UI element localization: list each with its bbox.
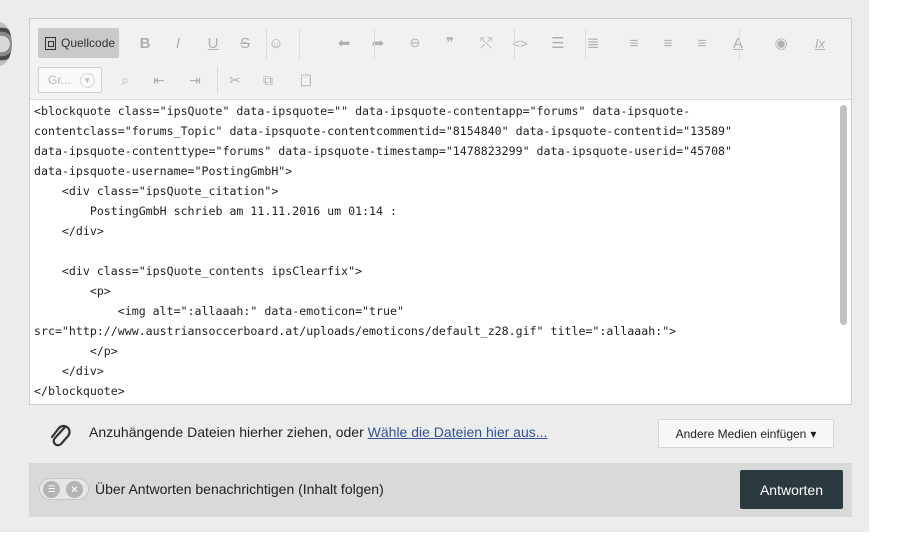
bullet-list-icon: ☰ — [551, 35, 565, 52]
reply-footer: ☰ × Über Antworten benachrichtigen (Inha… — [29, 463, 852, 517]
unlink-button[interactable]: ⤲ — [474, 28, 498, 58]
indent-decrease-button[interactable]: ⇤ — [148, 65, 170, 95]
align-left-icon: ≡ — [629, 34, 639, 52]
source-line: <img alt=":allaaah:" data-emoticon="true… — [34, 304, 404, 318]
redo-button[interactable]: ➦ — [366, 28, 390, 58]
source-line: PostingGmbH schrieb am 11.11.2016 um 01:… — [34, 204, 397, 218]
quote-button[interactable]: ❞ — [438, 28, 462, 58]
remove-format-button[interactable]: Ix — [808, 28, 832, 58]
source-line: </div> — [34, 224, 104, 238]
caret-down-icon: ▾ — [810, 426, 817, 441]
indent-increase-icon: ⇥ — [189, 71, 201, 88]
toolbar-separator — [374, 29, 375, 60]
undo-icon: ⬅ — [337, 35, 351, 52]
align-center-button[interactable]: ≡ — [656, 28, 680, 58]
italic-icon: I — [175, 34, 181, 52]
font-size-combo-label: Gr... — [48, 73, 71, 87]
rich-text-editor: Quellcode B I U S ☺ ⬅ ➦ ⊖ ❞ ⤲ <> ☰ ≣ ≡ ≡ ≡ A ◉ Ix Gr... ▼ … — [29, 18, 852, 405]
bold-icon: B — [139, 34, 151, 52]
text-color-icon: A — [732, 34, 743, 52]
source-line: <p> — [34, 284, 111, 298]
underline-icon: U — [207, 34, 219, 52]
find-button[interactable]: ⌕ — [114, 65, 136, 95]
source-line: contentclass="forums_Topic" data-ipsquot… — [34, 124, 733, 138]
source-line: data-ipsquote-username="PostingGmbH"> — [34, 164, 293, 178]
reply-button[interactable]: Antworten — [740, 470, 843, 509]
source-button-label: Quellcode — [61, 36, 116, 50]
source-line: </p> — [34, 344, 118, 358]
follow-label: Über Antworten benachrichtigen (Inhalt f… — [95, 481, 384, 497]
source-line — [34, 241, 834, 261]
code-button[interactable]: <> — [508, 28, 532, 58]
emoji-button[interactable]: ☺ — [264, 28, 288, 58]
insert-media-label: Andere Medien einfügen — [675, 426, 807, 441]
toggle-off-icon: × — [66, 481, 83, 498]
toolbar-separator — [514, 29, 515, 60]
preview-icon: ◉ — [774, 35, 788, 52]
toolbar-separator — [739, 29, 740, 60]
paste-button[interactable]: 📋 — [295, 65, 317, 95]
toolbar-separator — [299, 29, 300, 60]
numbered-list-icon: ≣ — [586, 35, 600, 52]
paste-icon: 📋 — [298, 73, 314, 87]
underline-button[interactable]: U — [201, 28, 225, 58]
align-center-icon: ≡ — [663, 34, 673, 52]
align-left-button[interactable]: ≡ — [622, 28, 646, 58]
avatar — [0, 22, 12, 66]
bullet-list-button[interactable]: ☰ — [546, 28, 570, 58]
attachment-dropzone[interactable]: Anzuhängende Dateien hierher ziehen, ode… — [29, 405, 852, 463]
strikethrough-icon: S — [239, 34, 250, 52]
insert-media-button[interactable]: Andere Medien einfügen ▾ — [658, 419, 834, 448]
find-icon: ⌕ — [121, 71, 129, 88]
source-line: <blockquote class="ipsQuote" data-ipsquo… — [34, 104, 691, 118]
source-line: data-ipsquote-contenttype="forums" data-… — [34, 144, 733, 158]
copy-button[interactable]: ⧉ — [257, 65, 279, 95]
source-code-area[interactable]: <blockquote class="ipsQuote" data-ipsquo… — [34, 101, 834, 404]
text-color-button[interactable]: A — [726, 28, 750, 58]
align-right-icon: ≡ — [697, 34, 707, 52]
copy-icon: ⧉ — [263, 71, 273, 88]
strikethrough-button[interactable]: S — [233, 28, 257, 58]
emoji-icon: ☺ — [268, 34, 284, 52]
source-line: </div> — [34, 364, 104, 378]
undo-button[interactable]: ⬅ — [332, 28, 356, 58]
indent-increase-button[interactable]: ⇥ — [184, 65, 206, 95]
toolbar-separator — [266, 29, 267, 60]
source-line: <div class="ipsQuote_citation"> — [34, 184, 279, 198]
follow-toggle[interactable]: ☰ × — [39, 478, 89, 500]
align-right-button[interactable]: ≡ — [690, 28, 714, 58]
cut-button[interactable]: ✂ — [224, 65, 246, 95]
attachment-prompt-text: Anzuhängende Dateien hierher ziehen, ode… — [89, 424, 368, 440]
source-line: </blockquote> — [34, 384, 125, 398]
source-button[interactable]: Quellcode — [38, 28, 119, 58]
italic-button[interactable]: I — [166, 28, 190, 58]
link-button[interactable]: ⊖ — [403, 28, 427, 58]
source-doc-icon — [45, 36, 56, 50]
unlink-icon: ⤲ — [479, 34, 492, 52]
quote-icon: ❞ — [445, 35, 455, 52]
remove-format-icon: Ix — [814, 35, 826, 51]
attachment-prompt: Anzuhängende Dateien hierher ziehen, ode… — [89, 424, 547, 440]
toolbar-separator — [217, 66, 218, 94]
choose-files-link[interactable]: Wähle die Dateien hier aus... — [368, 424, 548, 440]
font-size-combo[interactable]: Gr... ▼ — [38, 67, 102, 93]
preview-button[interactable]: ◉ — [769, 28, 793, 58]
source-line: src="http://www.austriansoccerboard.at/u… — [34, 324, 677, 338]
toolbar-separator — [585, 29, 586, 60]
bold-button[interactable]: B — [133, 28, 157, 58]
indent-decrease-icon: ⇤ — [153, 71, 165, 88]
chevron-down-icon: ▼ — [79, 72, 95, 88]
link-icon: ⊖ — [409, 35, 421, 50]
paperclip-icon — [50, 424, 71, 447]
editor-toolbar: Quellcode B I U S ☺ ⬅ ➦ ⊖ ❞ ⤲ <> ☰ ≣ ≡ ≡ ≡ A ◉ Ix Gr... ▼ … — [30, 19, 851, 100]
cut-icon: ✂ — [229, 71, 241, 88]
toggle-knob-icon: ☰ — [43, 481, 60, 498]
source-line: <div class="ipsQuote_contents ipsClearfi… — [34, 264, 363, 278]
editor-scrollbar[interactable] — [840, 105, 847, 325]
